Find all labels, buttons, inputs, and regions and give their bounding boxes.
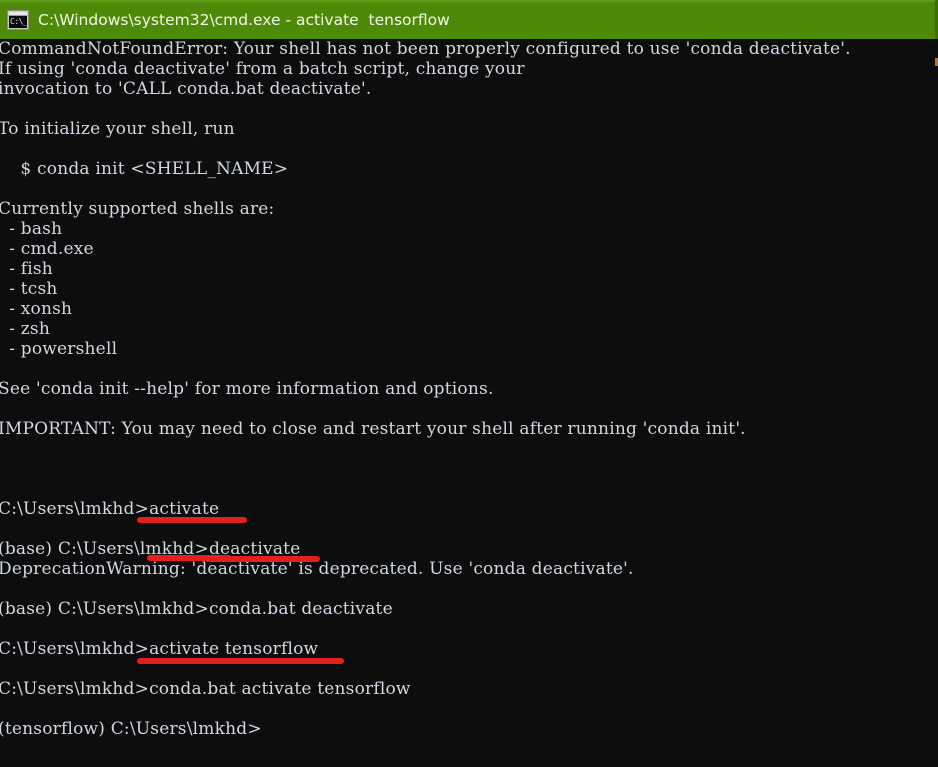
console-line: See 'conda init --help' for more informa… — [0, 379, 494, 399]
titlebar-highlight — [0, 0, 938, 2]
console-line-shell-bash: - bash — [0, 219, 63, 239]
console-line-prompt-activate: C:\Users\lmkhd>activate — [0, 499, 220, 519]
console-line-prompt-conda-activate-tensorflow: C:\Users\lmkhd>conda.bat activate tensor… — [0, 679, 411, 699]
underline-activate-tensorflow-annotation — [137, 658, 344, 664]
console-line-shell-xonsh: - xonsh — [0, 299, 73, 319]
underline-deactivate-annotation — [205, 556, 320, 562]
window-title: C:\Windows\system32\cmd.exe - activate t… — [38, 10, 450, 29]
console-line-shell-cmdexe: - cmd.exe — [0, 239, 94, 259]
cmd-console-icon: C:\_ — [7, 9, 29, 30]
console-line-prompt-conda-deactivate: (base) C:\Users\lmkhd>conda.bat deactiva… — [0, 599, 393, 619]
console-line: CommandNotFoundError: Your shell has not… — [0, 39, 851, 59]
console-line-shell-zsh: - zsh — [0, 319, 50, 339]
console-line-deprecation-warning: DeprecationWarning: 'deactivate' is depr… — [0, 559, 634, 579]
console-line-command-hint: $ conda init <SHELL_NAME> — [0, 159, 289, 179]
console-line-prompt-deactivate: (base) C:\Users\lmkhd>deactivate — [0, 539, 301, 559]
window-titlebar[interactable]: C:\_ C:\Windows\system32\cmd.exe - activ… — [0, 0, 938, 39]
console-line: To initialize your shell, run — [0, 119, 235, 139]
console-line-important: IMPORTANT: You may need to close and res… — [0, 419, 746, 439]
console-line-shell-tcsh: - tcsh — [0, 279, 58, 299]
console-line-prompt-activate-tensorflow: C:\Users\lmkhd>activate tensorflow — [0, 639, 319, 659]
console-line: If using 'conda deactivate' from a batch… — [0, 59, 525, 79]
cmd-window: C:\_ C:\Windows\system32\cmd.exe - activ… — [0, 0, 938, 767]
icon-prompt-glyph: C:\_ — [9, 15, 27, 28]
console-line-shell-powershell: - powershell — [0, 339, 118, 359]
console-line-shell-fish: - fish — [0, 259, 53, 279]
console-line: invocation to 'CALL conda.bat deactivate… — [0, 79, 372, 99]
console-line-prompt-tensorflow-env: (tensorflow) C:\Users\lmkhd> — [0, 719, 262, 739]
underline-activate-annotation — [137, 517, 247, 523]
console-line: Currently supported shells are: — [0, 199, 275, 219]
